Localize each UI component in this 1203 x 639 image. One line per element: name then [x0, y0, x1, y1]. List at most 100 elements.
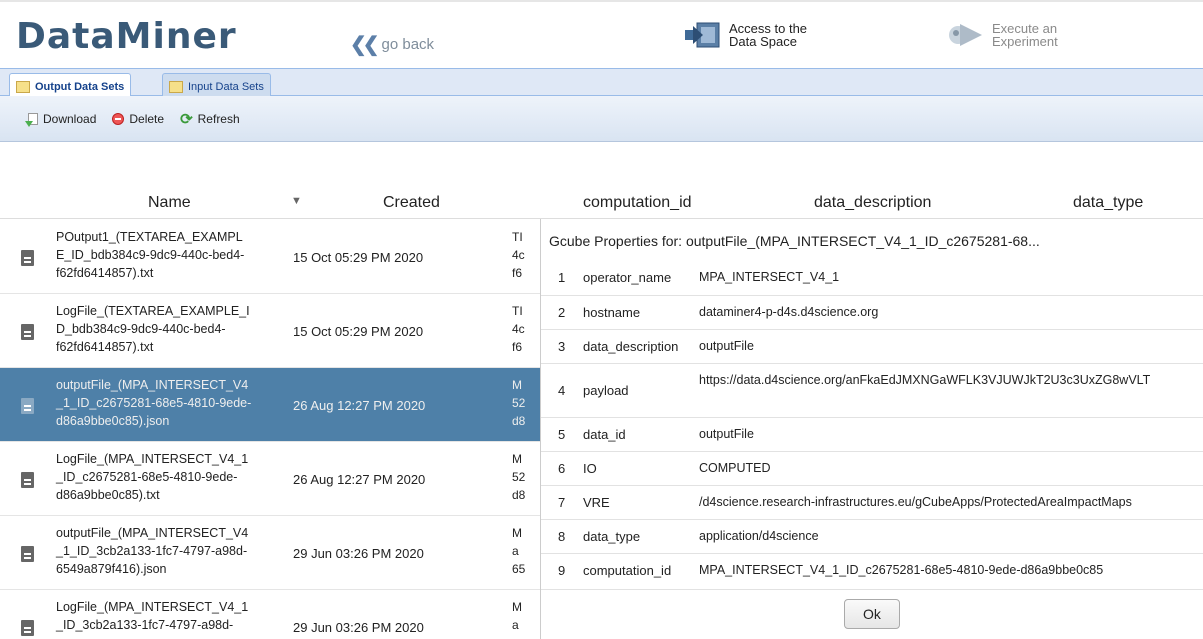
table-row[interactable]: LogFile_(TEXTAREA_EXAMPLE_I D_bdb384c9-9… — [0, 294, 540, 368]
data-sets-tab-strip: Output Data Sets Input Data Sets — [0, 68, 1203, 97]
property-key: data_type — [583, 529, 641, 544]
execute-label-line2: Experiment — [992, 34, 1058, 49]
property-value: MPA_INTERSECT_V4_1_ID_c2675281-68e5-4810… — [699, 563, 1104, 577]
tab-output-data-sets[interactable]: Output Data Sets — [9, 73, 132, 97]
go-back-label: go back — [381, 36, 435, 53]
property-value: application/d4science — [699, 529, 819, 543]
row-computation-id: M 52 d8 — [512, 376, 540, 430]
row-cid-line: a — [512, 618, 519, 632]
dataminer-app: DataMiner ❮❮ go back Access to the Data … — [0, 0, 1203, 639]
property-row: 4 payload https://data.d4science.org/anF… — [541, 364, 1203, 418]
row-cid-line: M — [512, 526, 522, 540]
property-value: outputFile — [699, 427, 754, 441]
gcube-properties-dialog: Gcube Properties for: outputFile_(MPA_IN… — [540, 219, 1203, 639]
row-name-line: POutput1_(TEXTAREA_EXAMPL — [56, 230, 243, 244]
row-name-line: f62fd6414857).txt — [56, 340, 154, 354]
row-cid-line: 65 — [512, 562, 526, 576]
row-name-line: d86a9bbe0c85).json — [56, 414, 170, 428]
execute-experiment-link[interactable]: Execute an Experiment — [946, 20, 1058, 50]
row-name: outputFile_(MPA_INTERSECT_V4 _1_ID_c2675… — [56, 376, 286, 430]
property-key: data_id — [583, 427, 626, 442]
row-name-line: 6549a879f416).json — [56, 562, 167, 576]
tab-input-data-sets[interactable]: Input Data Sets — [162, 73, 271, 97]
double-chevron-left-icon: ❮❮ — [350, 34, 379, 56]
row-computation-id: M a 65 — [512, 524, 540, 578]
table-row[interactable]: LogFile_(MPA_INTERSECT_V4_1 _ID_c2675281… — [0, 442, 540, 516]
row-name: POutput1_(TEXTAREA_EXAMPL E_ID_bdb384c9-… — [56, 228, 286, 282]
tab-input-label: Input Data Sets — [188, 81, 264, 93]
row-cid-line: TI — [512, 304, 523, 318]
row-cid-line: M — [512, 600, 522, 614]
refresh-icon: ⟳ — [180, 110, 193, 128]
row-name-line: D_bdb384c9-9dc9-440c-bed4- — [56, 322, 226, 336]
sort-desc-icon[interactable]: ▼ — [291, 195, 302, 207]
row-name-line: outputFile_(MPA_INTERSECT_V4 — [56, 526, 249, 540]
property-row: 7 VRE /d4science.research-infrastructure… — [541, 486, 1203, 520]
column-header-data-type[interactable]: data_type — [1073, 194, 1143, 212]
tab-output-label: Output Data Sets — [35, 81, 125, 93]
dataminer-logo: DataMiner — [16, 16, 237, 57]
row-cid-line: f6 — [512, 266, 523, 280]
row-cid-line: TI — [512, 230, 523, 244]
top-bar: DataMiner ❮❮ go back Access to the Data … — [0, 0, 1203, 68]
file-icon — [21, 546, 34, 562]
row-cid-line: f6 — [512, 340, 523, 354]
property-key: payload — [583, 383, 629, 398]
column-header-data-description[interactable]: data_description — [814, 194, 931, 212]
access-label-line2: Data Space — [729, 34, 797, 49]
property-index: 4 — [558, 383, 566, 398]
row-name: outputFile_(MPA_INTERSECT_V4 _1_ID_3cb2a… — [56, 524, 286, 578]
delete-button[interactable]: Delete — [112, 112, 164, 126]
row-cid-line: M — [512, 452, 522, 466]
row-cid-line: 4c — [512, 248, 525, 262]
row-computation-id: M a — [512, 598, 540, 634]
property-row: 9 computation_id MPA_INTERSECT_V4_1_ID_c… — [541, 554, 1203, 590]
row-name-line: _ID_c2675281-68e5-4810-9ede- — [56, 470, 238, 484]
row-name-line: LogFile_(TEXTAREA_EXAMPLE_I — [56, 304, 250, 318]
property-value: https://data.d4science.org/anFkaEdJMXNGa… — [699, 373, 1151, 387]
folder-icon — [16, 81, 30, 93]
column-header-name[interactable]: Name — [148, 194, 191, 212]
property-index: 3 — [558, 339, 566, 354]
row-name-line: E_ID_bdb384c9-9dc9-440c-bed4- — [56, 248, 245, 262]
row-name-line: d86a9bbe0c85).txt — [56, 488, 160, 502]
property-row: 3 data_description outputFile — [541, 330, 1203, 364]
property-index: 1 — [558, 270, 566, 285]
table-row[interactable]: LogFile_(MPA_INTERSECT_V4_1 _ID_3cb2a133… — [0, 590, 540, 639]
row-cid-line: a — [512, 544, 519, 558]
table-row[interactable]: outputFile_(MPA_INTERSECT_V4 _1_ID_3cb2a… — [0, 516, 540, 590]
property-value: outputFile — [699, 339, 754, 353]
property-row: 5 data_id outputFile — [541, 418, 1203, 452]
table-row-selected[interactable]: outputFile_(MPA_INTERSECT_V4 _1_ID_c2675… — [0, 368, 540, 442]
access-data-space-link[interactable]: Access to the Data Space — [683, 20, 807, 50]
download-label: Download — [43, 111, 97, 126]
property-key: operator_name — [583, 270, 672, 285]
row-name-line: LogFile_(MPA_INTERSECT_V4_1 — [56, 600, 249, 614]
folder-icon — [169, 81, 183, 93]
file-icon — [21, 620, 34, 636]
property-value: /d4science.research-infrastructures.eu/g… — [699, 495, 1132, 509]
data-space-icon — [685, 22, 720, 48]
go-back-link[interactable]: ❮❮ go back — [350, 32, 434, 57]
property-index: 8 — [558, 529, 566, 544]
property-index: 2 — [558, 305, 566, 320]
table-row[interactable]: POutput1_(TEXTAREA_EXAMPL E_ID_bdb384c9-… — [0, 220, 540, 294]
property-index: 9 — [558, 563, 566, 578]
row-cid-line: M — [512, 378, 522, 392]
ok-button[interactable]: Ok — [844, 599, 900, 629]
column-header-created[interactable]: Created — [383, 194, 440, 212]
refresh-button[interactable]: ⟳ Refresh — [180, 110, 240, 128]
property-key: VRE — [583, 495, 610, 510]
row-name-line: f62fd6414857).txt — [56, 266, 154, 280]
file-icon — [21, 472, 34, 488]
row-cid-line: 52 — [512, 470, 526, 484]
refresh-label: Refresh — [197, 111, 240, 126]
property-row: 8 data_type application/d4science — [541, 520, 1203, 554]
download-button[interactable]: Download — [25, 111, 97, 127]
row-created: 15 Oct 05:29 PM 2020 — [293, 250, 424, 265]
dialog-title: Gcube Properties for: outputFile_(MPA_IN… — [549, 233, 1040, 249]
row-name-line: LogFile_(MPA_INTERSECT_V4_1 — [56, 452, 249, 466]
file-icon — [21, 398, 34, 414]
property-index: 5 — [558, 427, 566, 442]
column-header-computation-id[interactable]: computation_id — [583, 194, 692, 212]
